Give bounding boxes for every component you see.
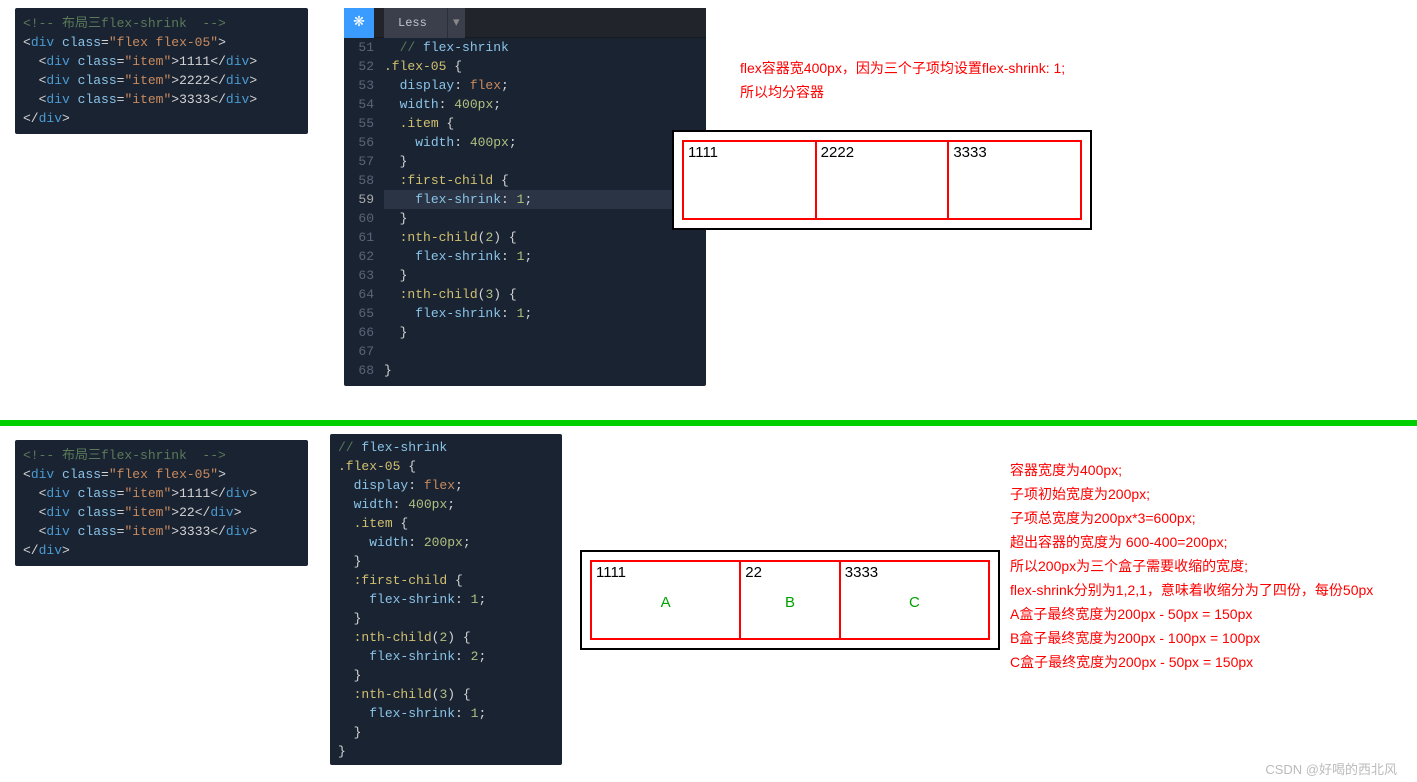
code-line: 64 :nth-child(3) { xyxy=(344,285,706,304)
comment: <!-- 布局三flex-shrink --> xyxy=(23,16,226,31)
code-line: 53 display: flex; xyxy=(344,76,706,95)
code-line: :nth-child(3) { xyxy=(338,685,554,704)
code-line: 66 } xyxy=(344,323,706,342)
anno-line: 所以均分容器 xyxy=(740,80,1065,104)
code-line: 59 flex-shrink: 1; xyxy=(344,190,706,209)
annotation-top: flex容器宽400px，因为三个子项均设置flex-shrink: 1; 所以… xyxy=(740,56,1065,104)
code-line: 65 flex-shrink: 1; xyxy=(344,304,706,323)
anno-line: flex容器宽400px，因为三个子项均设置flex-shrink: 1; xyxy=(740,56,1065,80)
code-line: 61 :nth-child(2) { xyxy=(344,228,706,247)
demo-item: 1111 xyxy=(683,141,816,219)
anno-line: 所以200px为三个盒子需要收缩的宽度; xyxy=(1010,554,1373,578)
code-line: width: 200px; xyxy=(338,533,554,552)
anno-line: A盒子最终宽度为200px - 50px = 150px xyxy=(1010,602,1373,626)
code-line: flex-shrink: 1; xyxy=(338,704,554,723)
chevron-down-icon[interactable]: ▾ xyxy=(447,8,465,38)
code-line: } xyxy=(338,609,554,628)
section-top: <!-- 布局三flex-shrink --> <div class="flex… xyxy=(0,0,1417,420)
code-line: width: 400px; xyxy=(338,495,554,514)
anno-line: 子项总宽度为200px*3=600px; xyxy=(1010,506,1373,530)
code-line: } xyxy=(338,723,554,742)
code-line: 63 } xyxy=(344,266,706,285)
code-line: } xyxy=(338,742,554,761)
anno-line: 容器宽度为400px; xyxy=(1010,458,1373,482)
code-line: 55 .item { xyxy=(344,114,706,133)
code-line: 56 width: 400px; xyxy=(344,133,706,152)
anno-line: B盒子最终宽度为200px - 100px = 100px xyxy=(1010,626,1373,650)
code-line: .flex-05 { xyxy=(338,457,554,476)
code-line: 67 xyxy=(344,342,706,361)
css-code-panel-2: // flex-shrink.flex-05 { display: flex; … xyxy=(330,434,562,765)
code-line: 68} xyxy=(344,361,706,380)
code-line: :first-child { xyxy=(338,571,554,590)
flex-demo-2: 1111A 22B 3333C xyxy=(590,560,990,640)
editor-header: ❋ Less ▾ xyxy=(344,8,706,38)
code-line: 62 flex-shrink: 1; xyxy=(344,247,706,266)
css-code-body-1[interactable]: 51 // flex-shrink52.flex-05 {53 display:… xyxy=(344,38,706,386)
editor-logo-icon: ❋ xyxy=(344,8,374,38)
demo-item-a: 1111A xyxy=(591,561,740,639)
code-line: :nth-child(2) { xyxy=(338,628,554,647)
html-code-panel-2: <!-- 布局三flex-shrink --> <div class="flex… xyxy=(15,440,308,566)
demo-item-c: 3333C xyxy=(840,561,989,639)
demo-item: 3333 xyxy=(948,141,1081,219)
demo-container-1: 1111 2222 3333 xyxy=(672,130,1092,230)
code-line: } xyxy=(338,552,554,571)
code-line: 60 } xyxy=(344,209,706,228)
code-line: flex-shrink: 2; xyxy=(338,647,554,666)
code-line: flex-shrink: 1; xyxy=(338,590,554,609)
editor-tab-less[interactable]: Less xyxy=(384,8,447,38)
demo-label-c: C xyxy=(909,594,920,611)
section-bottom: <!-- 布局三flex-shrink --> <div class="flex… xyxy=(0,426,1417,782)
demo-item-b: 22B xyxy=(740,561,840,639)
code-line: display: flex; xyxy=(338,476,554,495)
css-editor-panel-1: ❋ Less ▾ 51 // flex-shrink52.flex-05 {53… xyxy=(344,8,706,386)
anno-line: flex-shrink分别为1,2,1，意味着收缩分为了四份，每份50px xyxy=(1010,578,1373,602)
annotation-bottom: 容器宽度为400px; 子项初始宽度为200px; 子项总宽度为200px*3=… xyxy=(1010,458,1373,674)
anno-line: 子项初始宽度为200px; xyxy=(1010,482,1373,506)
demo-label-a: A xyxy=(661,594,671,611)
anno-line: C盒子最终宽度为200px - 50px = 150px xyxy=(1010,650,1373,674)
html-code-panel-1: <!-- 布局三flex-shrink --> <div class="flex… xyxy=(15,8,308,134)
code-line: 51 // flex-shrink xyxy=(344,38,706,57)
code-line: } xyxy=(338,666,554,685)
code-line: // flex-shrink xyxy=(338,438,554,457)
code-line: 57 } xyxy=(344,152,706,171)
anno-line: 超出容器的宽度为 600-400=200px; xyxy=(1010,530,1373,554)
flex-demo-1: 1111 2222 3333 xyxy=(682,140,1082,220)
demo-container-2: 1111A 22B 3333C xyxy=(580,550,1000,650)
code-line: .item { xyxy=(338,514,554,533)
watermark: CSDN @好喝的西北风 xyxy=(1265,759,1397,778)
code-line: 52.flex-05 { xyxy=(344,57,706,76)
code-line: 58 :first-child { xyxy=(344,171,706,190)
code-line: 54 width: 400px; xyxy=(344,95,706,114)
demo-item: 2222 xyxy=(816,141,949,219)
demo-label-b: B xyxy=(785,594,795,611)
